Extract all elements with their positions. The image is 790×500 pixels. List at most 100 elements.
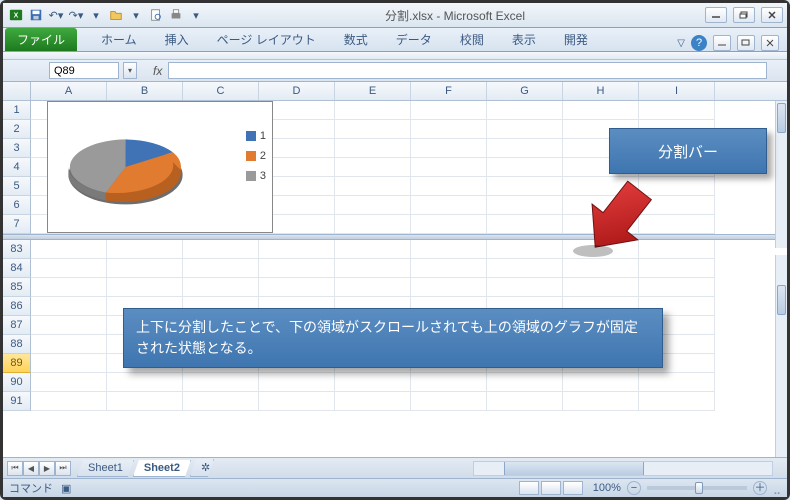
new-icon[interactable]: ▾ xyxy=(87,6,105,24)
sheet-tab-1[interactable]: Sheet1 xyxy=(77,460,134,477)
cell[interactable] xyxy=(31,335,107,354)
cell[interactable] xyxy=(31,373,107,392)
cell[interactable] xyxy=(31,259,107,278)
sheet-tab-2[interactable]: Sheet2 xyxy=(133,460,191,477)
view-normal-button[interactable] xyxy=(519,481,539,495)
col-header-I[interactable]: I xyxy=(639,82,715,100)
cell[interactable] xyxy=(259,373,335,392)
cell[interactable] xyxy=(411,240,487,259)
cell[interactable] xyxy=(563,101,639,120)
cell[interactable] xyxy=(107,373,183,392)
cell[interactable] xyxy=(335,215,411,234)
sheet-nav-prev[interactable]: ◀ xyxy=(23,461,39,476)
tab-formulas[interactable]: 数式 xyxy=(330,28,382,51)
col-header-F[interactable]: F xyxy=(411,82,487,100)
cell[interactable] xyxy=(335,392,411,411)
cell[interactable] xyxy=(563,278,639,297)
tab-review[interactable]: 校閲 xyxy=(446,28,498,51)
cell[interactable] xyxy=(487,101,563,120)
cell[interactable] xyxy=(487,215,563,234)
cell[interactable] xyxy=(487,196,563,215)
print-icon[interactable] xyxy=(167,6,185,24)
cell[interactable] xyxy=(31,297,107,316)
cell[interactable] xyxy=(335,373,411,392)
cell[interactable] xyxy=(563,392,639,411)
workbook-minimize-button[interactable] xyxy=(713,35,731,51)
cell[interactable] xyxy=(335,120,411,139)
quickprint-icon[interactable]: ▾ xyxy=(127,6,145,24)
cell[interactable] xyxy=(639,392,715,411)
open-icon[interactable] xyxy=(107,6,125,24)
row-header[interactable]: 2 xyxy=(3,120,31,139)
cell[interactable] xyxy=(487,158,563,177)
name-box[interactable]: Q89 xyxy=(49,62,119,79)
cell[interactable] xyxy=(487,139,563,158)
excel-icon[interactable]: X xyxy=(7,6,25,24)
cell[interactable] xyxy=(411,177,487,196)
cell[interactable] xyxy=(259,240,335,259)
row-header[interactable]: 4 xyxy=(3,158,31,177)
macro-record-icon[interactable]: ▣ xyxy=(61,482,71,495)
cell[interactable] xyxy=(411,278,487,297)
cell[interactable] xyxy=(639,101,715,120)
col-header-H[interactable]: H xyxy=(563,82,639,100)
cell[interactable] xyxy=(563,373,639,392)
sheet-nav-last[interactable]: ⏭ xyxy=(55,461,71,476)
cell[interactable] xyxy=(259,392,335,411)
fx-icon[interactable]: fx xyxy=(153,64,162,78)
cell[interactable] xyxy=(31,278,107,297)
horizontal-scrollbar[interactable] xyxy=(473,461,773,476)
minimize-button[interactable] xyxy=(705,7,727,23)
cell[interactable] xyxy=(639,278,715,297)
cell[interactable] xyxy=(31,240,107,259)
row-header[interactable]: 6 xyxy=(3,196,31,215)
tab-home[interactable]: ホーム xyxy=(87,28,151,51)
help-icon[interactable]: ? xyxy=(691,35,707,51)
row-header[interactable]: 5 xyxy=(3,177,31,196)
file-tab[interactable]: ファイル xyxy=(5,28,77,51)
cell[interactable] xyxy=(411,215,487,234)
row-header[interactable]: 90 xyxy=(3,373,31,392)
cell[interactable] xyxy=(107,259,183,278)
row-header[interactable]: 85 xyxy=(3,278,31,297)
row-header[interactable]: 87 xyxy=(3,316,31,335)
col-header-C[interactable]: C xyxy=(183,82,259,100)
cell[interactable] xyxy=(183,278,259,297)
cell[interactable] xyxy=(487,177,563,196)
formula-input[interactable] xyxy=(168,62,767,79)
vertical-scrollbar-bottom[interactable] xyxy=(775,255,787,457)
cell[interactable] xyxy=(335,278,411,297)
cell[interactable] xyxy=(183,259,259,278)
cell[interactable] xyxy=(183,240,259,259)
cell[interactable] xyxy=(31,354,107,373)
tab-pagelayout[interactable]: ページ レイアウト xyxy=(203,28,330,51)
preview-icon[interactable] xyxy=(147,6,165,24)
resize-grip-icon[interactable]: ⣀ xyxy=(773,482,781,495)
cell[interactable] xyxy=(107,392,183,411)
cell[interactable] xyxy=(183,392,259,411)
workbook-restore-button[interactable] xyxy=(737,35,755,51)
row-header[interactable]: 3 xyxy=(3,139,31,158)
cell[interactable] xyxy=(487,240,563,259)
name-box-dropdown[interactable]: ▾ xyxy=(123,62,137,79)
save-icon[interactable] xyxy=(27,6,45,24)
tab-data[interactable]: データ xyxy=(382,28,446,51)
zoom-label[interactable]: 100% xyxy=(593,482,621,494)
zoom-slider[interactable] xyxy=(647,486,747,490)
sheet-nav-first[interactable]: ⏮ xyxy=(7,461,23,476)
vertical-scrollbar-top[interactable] xyxy=(775,101,787,248)
cell[interactable] xyxy=(411,392,487,411)
tab-developer[interactable]: 開発 xyxy=(550,28,602,51)
cell[interactable] xyxy=(107,240,183,259)
redo-icon[interactable]: ↷▾ xyxy=(67,6,85,24)
cell[interactable] xyxy=(411,139,487,158)
select-all-corner[interactable] xyxy=(3,82,31,100)
cell[interactable] xyxy=(411,158,487,177)
embedded-pie-chart[interactable]: 1 2 3 xyxy=(47,101,273,233)
undo-icon[interactable]: ↶▾ xyxy=(47,6,65,24)
cell[interactable] xyxy=(107,278,183,297)
cell[interactable] xyxy=(487,373,563,392)
cell[interactable] xyxy=(259,259,335,278)
view-pagebreak-button[interactable] xyxy=(563,481,583,495)
zoom-in-button[interactable]: ＋ xyxy=(753,481,767,495)
